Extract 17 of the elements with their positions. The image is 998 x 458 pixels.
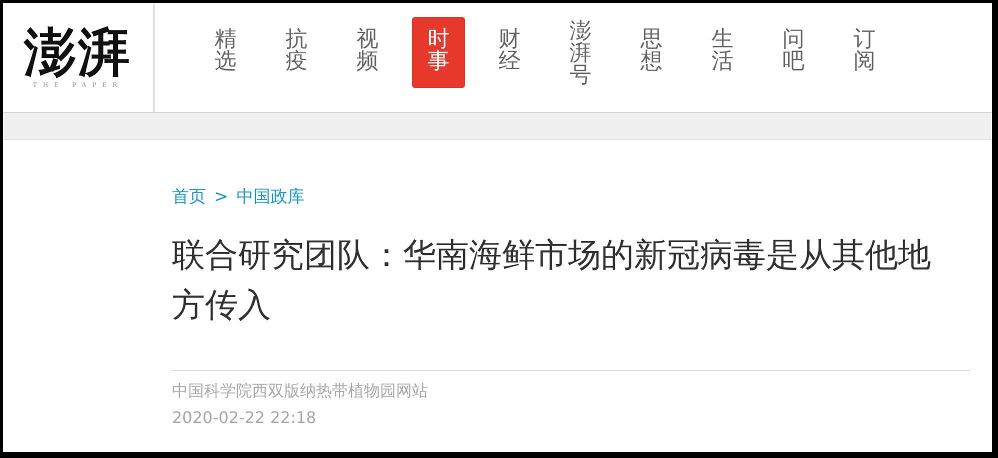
- logo[interactable]: 澎湃: [24, 26, 132, 78]
- article-date: 2020-02-22 22:18: [172, 407, 318, 429]
- breadcrumb-link[interactable]: 首页: [172, 185, 206, 208]
- nav-tab[interactable]: 抗疫: [270, 17, 323, 88]
- nav-tab[interactable]: 财经: [483, 17, 536, 88]
- nav-tab[interactable]: 精选: [199, 17, 252, 88]
- nav-tab[interactable]: 澎湃号: [554, 17, 607, 88]
- breadcrumb-separator: >: [214, 186, 228, 206]
- nav-tab[interactable]: 生活: [696, 17, 749, 88]
- nav-tab[interactable]: 时事: [412, 17, 465, 88]
- nav-tab[interactable]: 问吧: [767, 17, 820, 88]
- article-title: 联合研究团队：华南海鲜市场的新冠病毒是从其他地方传入: [172, 234, 932, 326]
- breadcrumb-link[interactable]: 中国政库: [236, 185, 304, 208]
- nav-tab[interactable]: 思想: [625, 17, 678, 88]
- nav-tab[interactable]: 视频: [341, 17, 394, 88]
- nav-tab[interactable]: 订阅: [838, 17, 891, 88]
- article-source: 中国科学院西双版纳热带植物园网站: [172, 380, 429, 402]
